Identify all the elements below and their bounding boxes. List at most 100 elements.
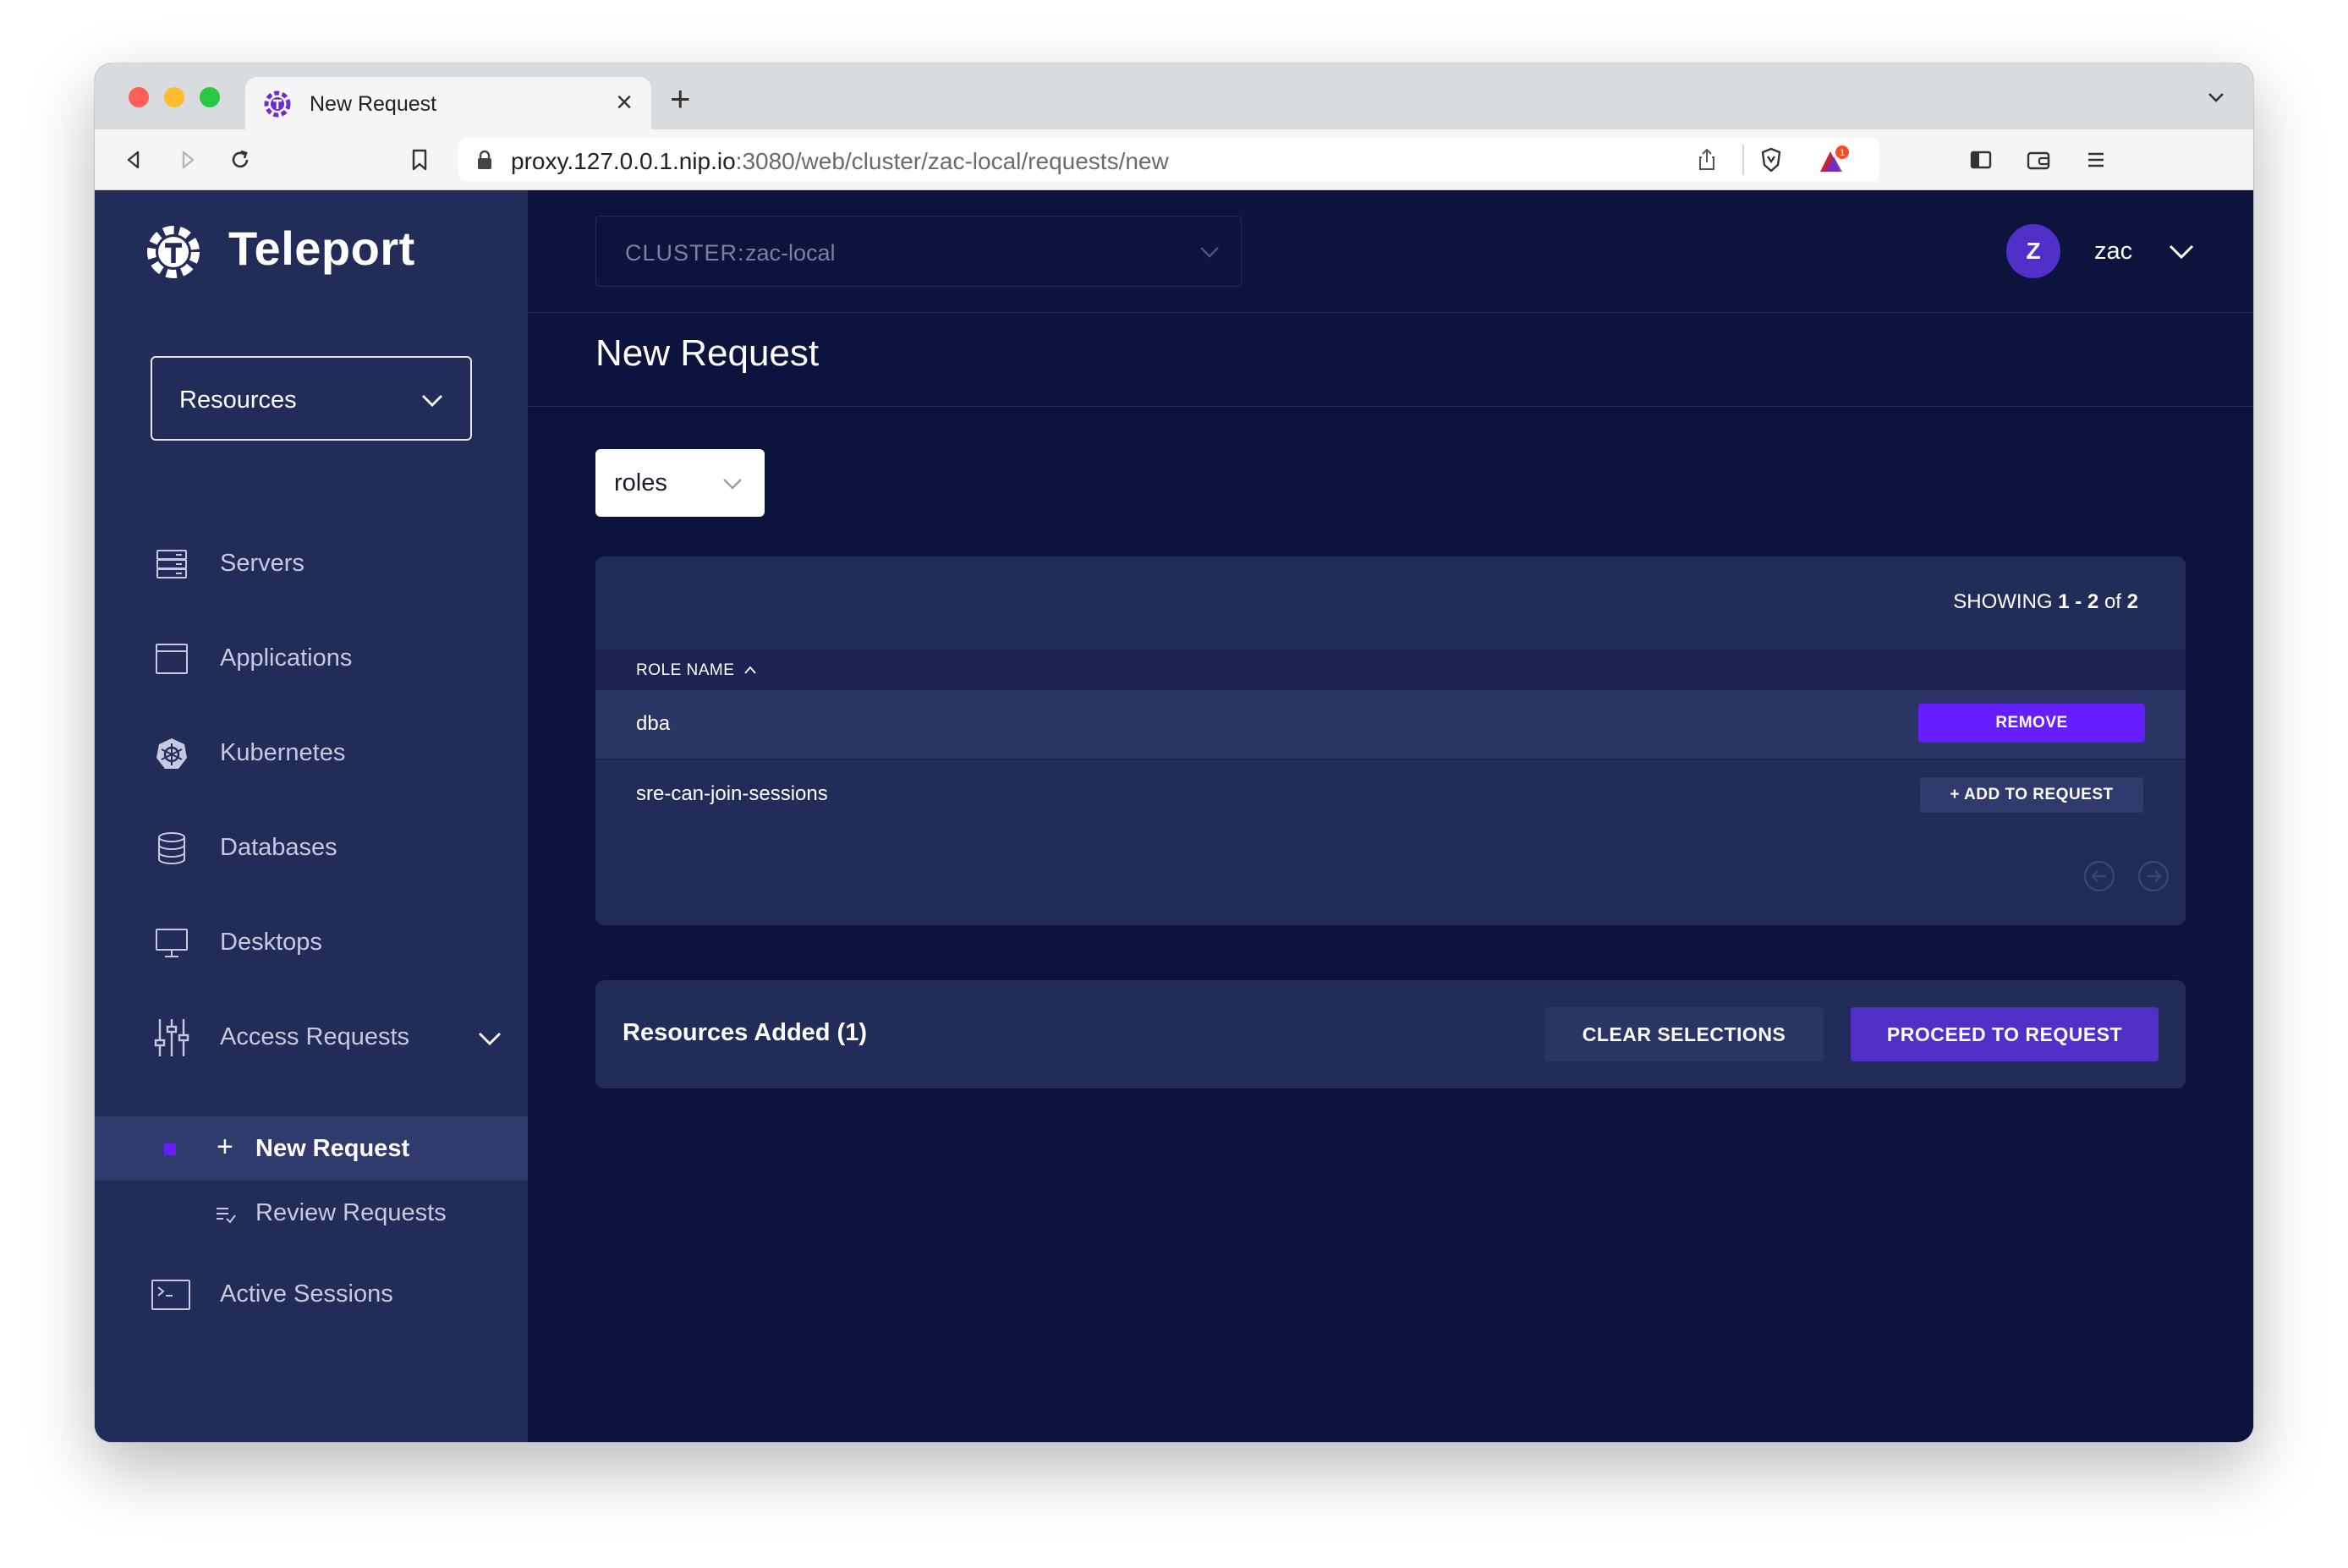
active-indicator [164,1143,176,1155]
brand-name: Teleport [228,222,415,275]
chevron-down-icon[interactable] [2167,239,2196,263]
top-bar: CLUSTER: zac-local Z zac [528,190,2253,313]
proceed-to-request-button[interactable]: PROCEED TO REQUEST [1851,1007,2159,1061]
chevron-down-icon [422,395,442,407]
sidebar-item-databases[interactable]: Databases [95,814,528,881]
sliders-icon [154,1019,189,1056]
url-path: :3080/web/cluster/zac-local/requests/new [735,148,1169,174]
sidebar: Teleport Resources Servers Applications … [95,190,528,1442]
sidebar-item-applications[interactable]: Applications [95,624,528,692]
url-text: proxy.127.0.0.1.nip.io:3080/web/cluster/… [511,148,1169,175]
clear-selections-button[interactable]: CLEAR SELECTIONS [1544,1007,1824,1061]
teleport-app: Teleport Resources Servers Applications … [95,190,2253,1442]
table-header: ROLE NAME [595,650,2186,690]
sidebar-item-label: Access Requests [220,1023,410,1050]
forward-icon[interactable] [174,146,201,173]
page-header: New Request [528,314,2253,407]
resource-kind-select[interactable]: roles [595,449,765,517]
remove-button[interactable]: REMOVE [1918,704,2145,743]
sidebar-item-kubernetes[interactable]: Kubernetes [95,719,528,787]
menu-icon[interactable] [2082,146,2109,173]
pagination-summary: SHOWING 1 - 2 of 2 [1953,590,2138,614]
resource-kind-value: roles [614,469,667,496]
sidebar-item-label: Active Sessions [220,1280,393,1308]
tab-list-chevron-icon[interactable] [2204,85,2228,109]
chevron-down-icon [723,479,742,490]
sidebar-item-active-sessions[interactable]: Active Sessions [95,1260,528,1328]
url-host: proxy.127.0.0.1.nip.io [511,148,736,174]
resources-added-bar: Resources Added (1) CLEAR SELECTIONS PRO… [595,980,2186,1088]
browser-toolbar: proxy.127.0.0.1.nip.io:3080/web/cluster/… [95,129,2253,190]
sidebar-item-desktops[interactable]: Desktops [95,908,528,976]
share-icon[interactable] [1693,146,1720,173]
sidebar-item-label: Servers [220,550,304,577]
browser-tab-active[interactable]: New Request × [245,77,651,129]
sidebar-item-access-requests[interactable]: Access Requests [95,1003,528,1071]
sidebar-toggle-icon[interactable] [1967,146,1994,173]
resources-dropdown-label: Resources [179,387,297,414]
list-check-icon [217,1208,236,1224]
url-divider [1742,145,1744,175]
sidebar-subitem-new-request[interactable]: + New Request [95,1116,528,1181]
back-icon[interactable] [120,146,147,173]
sidebar-item-label: Desktops [220,929,322,956]
teleport-favicon-icon [264,90,291,118]
username[interactable]: zac [2094,238,2132,266]
cluster-label: CLUSTER: [625,240,745,266]
sidebar-item-label: Kubernetes [220,739,346,766]
tab-close-icon[interactable]: × [607,85,641,119]
main-content: CLUSTER: zac-local Z zac New Request rol… [528,190,2253,1442]
rewards-badge-count: 1 [1840,148,1845,158]
cluster-value: zac-local [745,240,836,266]
column-header-role-name[interactable]: ROLE NAME [636,661,734,680]
bookmark-icon[interactable] [406,146,433,173]
tab-bar: New Request × + [95,63,2253,129]
resources-added-label: Resources Added (1) [623,1019,867,1046]
address-bar[interactable]: proxy.127.0.0.1.nip.io:3080/web/cluster/… [458,138,1879,182]
teleport-logo-icon [147,226,200,278]
showing-prefix: SHOWING [1953,590,2059,613]
tab-title: New Request [310,92,437,116]
wallet-icon[interactable] [2025,146,2052,173]
showing-range: 1 - 2 [2058,590,2099,613]
table-row: dba REMOVE [595,690,2186,759]
plus-icon: + [217,1131,233,1163]
brave-rewards-icon[interactable]: 1 [1817,145,1851,175]
sidebar-item-label: Applications [220,644,353,672]
roles-table: SHOWING 1 - 2 of 2 ROLE NAME dba REMOVE … [595,556,2186,925]
page-title: New Request [595,332,820,374]
table-row: sre-can-join-sessions + ADD TO REQUEST [595,760,2186,830]
desktop-icon [156,929,188,957]
server-icon [156,550,187,578]
database-icon [158,832,185,864]
add-to-request-button[interactable]: + ADD TO REQUEST [1920,777,2143,813]
browser-window: New Request × + proxy.127.0.0.1.nip.io:3… [95,63,2253,1442]
terminal-icon [151,1280,190,1310]
sidebar-subitem-label: Review Requests [255,1199,447,1226]
sidebar-item-servers[interactable]: Servers [95,529,528,597]
showing-of: of [2098,590,2127,613]
sort-ascending-icon[interactable] [743,663,758,677]
sidebar-item-label: Databases [220,834,337,861]
close-window-button[interactable] [129,87,149,107]
next-page-icon[interactable] [2137,859,2170,893]
avatar[interactable]: Z [2006,224,2060,278]
new-tab-button[interactable]: + [670,81,691,117]
kubernetes-icon [156,738,187,769]
minimize-window-button[interactable] [164,87,184,107]
maximize-window-button[interactable] [200,87,220,107]
sidebar-subitem-label: New Request [255,1135,410,1162]
brave-shields-icon[interactable] [1758,146,1785,173]
reload-icon[interactable] [227,146,254,173]
lock-icon [478,150,491,169]
chevron-down-icon [479,1033,501,1045]
previous-page-icon[interactable] [2082,859,2116,893]
cluster-selector[interactable]: CLUSTER: zac-local [595,216,1242,287]
sidebar-subitem-review-requests[interactable]: Review Requests [95,1181,528,1245]
showing-total: 2 [2126,590,2138,613]
role-name-cell: sre-can-join-sessions [636,782,828,805]
chevron-down-icon [1200,247,1219,258]
resources-dropdown[interactable]: Resources [151,356,472,441]
application-icon [156,644,188,674]
role-name-cell: dba [636,712,671,735]
